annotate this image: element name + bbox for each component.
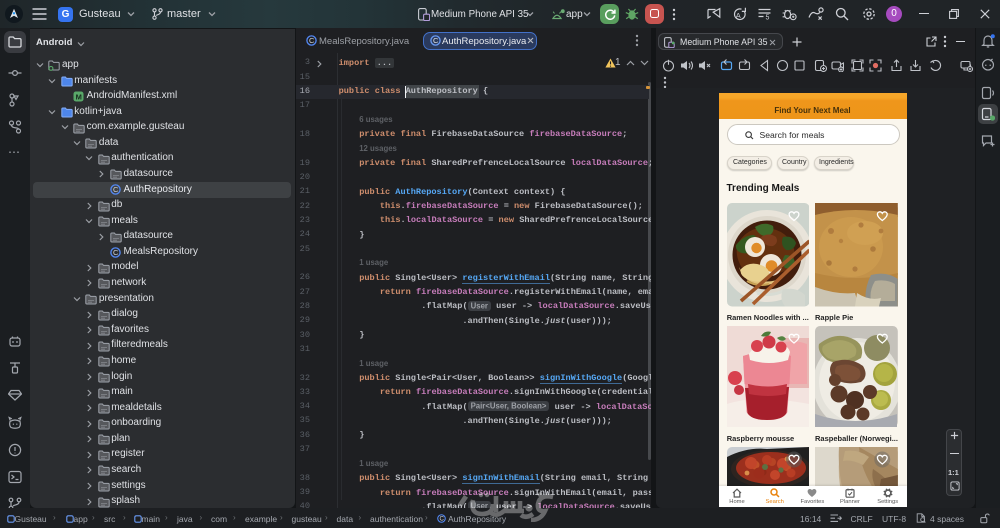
svg-text:C: C	[309, 36, 315, 45]
svg-text:5: 5	[766, 15, 770, 21]
svg-text:M: M	[76, 92, 82, 101]
svg-text:C: C	[113, 186, 119, 195]
svg-text:C: C	[113, 248, 119, 257]
svg-text:C: C	[433, 36, 439, 45]
svg-text:A: A	[736, 11, 741, 20]
